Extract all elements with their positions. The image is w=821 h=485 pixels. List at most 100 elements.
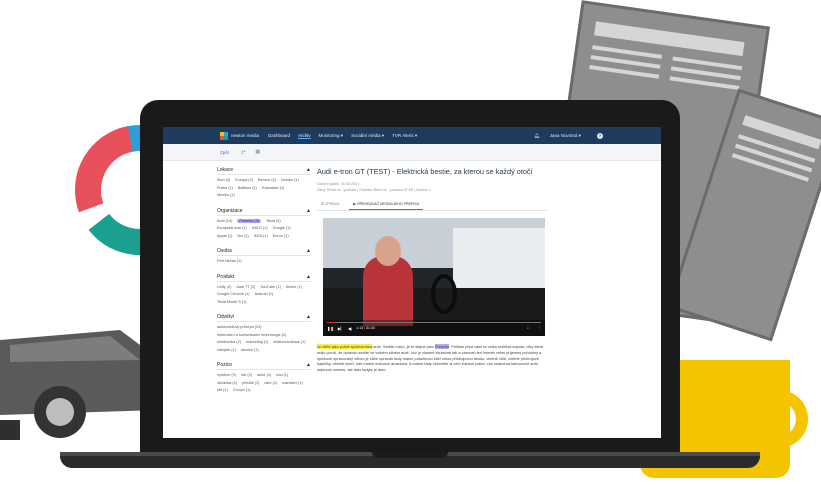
facet-tag[interactable]: manažer (1)	[282, 381, 302, 385]
transcript-segment: auto. Sedíte nízko, je to stejné jako	[372, 344, 435, 349]
facet-section-title: Produkt	[217, 273, 235, 280]
facet-tag[interactable]: Apple (1)	[217, 234, 232, 238]
collapse-icon[interactable]: ▲	[306, 274, 311, 280]
volume-icon[interactable]: ◀)	[348, 326, 352, 331]
facet-tag[interactable]: Google (1)	[273, 226, 291, 230]
play-icon[interactable]: ❚❚	[327, 326, 334, 331]
facet-tag[interactable]: předák (1)	[242, 381, 259, 385]
facet-tag[interactable]: Evropa (2)	[235, 178, 253, 182]
facet-tag[interactable]: elektronika (2)	[217, 340, 241, 344]
app-logo[interactable]: newton media	[220, 131, 268, 140]
facet-tag[interactable]: Rotvaldov (1)	[262, 186, 285, 190]
download-icon[interactable]: ⤓▾	[241, 149, 245, 155]
facet-tag[interactable]: Porsche (3)	[237, 218, 262, 223]
facet-tag[interactable]: NATO (1)	[252, 226, 268, 230]
collapse-icon[interactable]: ▲	[306, 248, 311, 254]
nav-tvr-alerts[interactable]: TVR Alerts ▾	[392, 133, 417, 139]
facet-tag[interactable]: Chcípn (1)	[233, 388, 251, 392]
car-illustration	[0, 330, 160, 440]
facet-tag[interactable]: alkohol (1)	[241, 348, 259, 352]
facet-tag[interactable]: otec (1)	[264, 381, 277, 385]
nav-social-media[interactable]: Sociální média ▾	[351, 133, 384, 139]
facet-tag[interactable]: automobilový průmysl (24)	[217, 325, 262, 329]
facet-tag[interactable]: Audi (24)	[217, 219, 232, 223]
logo-text: newton media	[231, 133, 260, 138]
article-detail: Audi e-tron GT (TEST) - Elektrická besti…	[317, 167, 547, 438]
video-player[interactable]: ❚❚ ▶▏ ◀) 1:13 / 31:30 ⛶ ⋮	[323, 218, 545, 336]
facet-tag[interactable]: Tesla (2)	[266, 219, 281, 223]
collapse-icon[interactable]: ▲	[306, 314, 311, 320]
logo-icon	[220, 131, 228, 140]
facet-tag[interactable]: Sion (3)	[217, 178, 230, 182]
facet-tag[interactable]: IKEA (1)	[254, 234, 268, 238]
transcript-highlight-porsche[interactable]: Porsche	[434, 344, 450, 349]
facet-tag[interactable]: Mexiko (1)	[217, 193, 235, 197]
facet-tag[interactable]: telekomunikace (1)	[273, 340, 305, 344]
calendar-icon[interactable]: ▦	[255, 149, 260, 155]
article-source: Zdroj: filmm.cz - youtube | Rubrika: fil…	[317, 187, 431, 192]
transcript-highlight[interactable]: se cítíte jako právě sportovníma	[317, 344, 373, 349]
video-progress-fill	[327, 322, 336, 323]
facet-tag[interactable]: Android (1)	[255, 292, 274, 296]
facet-sidebar: Lokace ▲ Sion (3) Evropa (2) Beroun (2) Norsk…	[217, 167, 311, 438]
facet-tag[interactable]: Audi TT (2)	[236, 285, 255, 289]
video-progress-bar[interactable]	[327, 322, 541, 323]
facet-tag[interactable]: Norsko (1)	[281, 178, 299, 182]
facet-tag[interactable]: informační a komunikační technologie (2)	[217, 333, 286, 337]
tab-message[interactable]: ☰ ZPRÁVA	[317, 200, 343, 210]
tab-transcript-player[interactable]: ▶ PŘEHRÁVAČ MEDIÁLNÍHO PŘEPISU	[349, 200, 424, 210]
facet-section-header[interactable]: Produkt ▲	[217, 274, 311, 282]
facet-section: Pozice ▲ výrobce (9) lídr (2) autor (1) kód (…	[217, 362, 311, 396]
facet-tag[interactable]: YouTube (1)	[260, 285, 281, 289]
collapse-icon[interactable]: ▲	[306, 208, 311, 214]
facet-section-header[interactable]: Osoba ▲	[217, 248, 311, 256]
facet-tag[interactable]: Tesla Model S (1)	[217, 300, 247, 304]
collapse-icon[interactable]: ▲	[306, 362, 311, 368]
collapse-icon[interactable]: ▲	[306, 167, 311, 173]
laptop-notch	[372, 452, 448, 458]
facet-tags: Sion (3) Evropa (2) Beroun (2) Norsko (1) Pr…	[217, 178, 311, 201]
nav-archiv[interactable]: Archiv	[298, 133, 311, 139]
facet-tag[interactable]: Nvi (1)	[237, 234, 248, 238]
nav-monitoring[interactable]: Monitoring ▾	[319, 133, 344, 139]
facet-tag[interactable]: autor (1)	[257, 373, 271, 377]
facet-section-title: Pozice	[217, 362, 233, 368]
facet-section-header[interactable]: Lokace ▲	[217, 167, 311, 175]
next-icon[interactable]: ▶▏	[338, 326, 344, 331]
facet-tag[interactable]: občanka (1)	[217, 381, 237, 385]
video-frame-head	[375, 236, 401, 266]
bell-icon[interactable]: 🔔︎	[534, 133, 540, 139]
facet-tag[interactable]: Petr Nečas (1)	[217, 259, 241, 263]
facet-tag[interactable]: Enron (1)	[273, 234, 289, 238]
facet-section: Osoba ▲ Petr Nečas (1)	[217, 248, 311, 267]
facet-tag[interactable]: Beroun (2)	[258, 178, 276, 182]
facet-tags: Unity (2) Audi TT (2) YouTube (1) Kinkin (1…	[217, 285, 311, 308]
facet-section-header[interactable]: Organizace ▲	[217, 208, 311, 216]
user-menu[interactable]: Jana Novotná ▾	[550, 133, 581, 139]
facet-tag[interactable]: nábytek (1)	[217, 348, 236, 352]
back-link[interactable]: Zpět	[220, 150, 229, 155]
facet-tag[interactable]: šéf (1)	[217, 388, 228, 392]
facet-section-header[interactable]: Pozice ▲	[217, 362, 311, 370]
facet-section-header[interactable]: Odvětví ▲	[217, 314, 311, 322]
facet-tags: automobilový průmysl (24) informační a ko…	[217, 325, 311, 355]
facet-tag[interactable]: Unity (2)	[217, 285, 231, 289]
app-screen: newton media Dashboard Archiv Monitoring…	[163, 127, 661, 438]
help-icon[interactable]: ?	[597, 132, 603, 139]
facet-tags: Petr Nečas (1)	[217, 259, 311, 267]
fullscreen-icon[interactable]: ⛶	[527, 326, 529, 330]
facet-tag[interactable]: Evropská unie (1)	[217, 226, 247, 230]
facet-tag[interactable]: Praha (1)	[217, 186, 233, 190]
video-controls: ❚❚ ▶▏ ◀) 1:13 / 31:30 ⛶ ⋮	[323, 320, 545, 336]
facet-tag[interactable]: lídr (2)	[241, 373, 252, 377]
promo-stage: newton media Dashboard Archiv Monitoring…	[0, 0, 821, 485]
facet-tag[interactable]: Baltikus (1)	[238, 186, 257, 190]
facet-tag[interactable]: Kinkin (1)	[286, 285, 302, 289]
facet-tag[interactable]: Google Chrome (1)	[217, 292, 250, 296]
facet-tag[interactable]: kód (1)	[276, 373, 288, 377]
more-options-icon[interactable]: ⋮	[538, 326, 542, 330]
video-frame-steering-wheel	[431, 274, 457, 314]
facet-tag[interactable]: marketing (1)	[246, 340, 268, 344]
nav-dashboard[interactable]: Dashboard	[268, 133, 290, 138]
facet-tag[interactable]: výrobce (9)	[217, 373, 236, 377]
